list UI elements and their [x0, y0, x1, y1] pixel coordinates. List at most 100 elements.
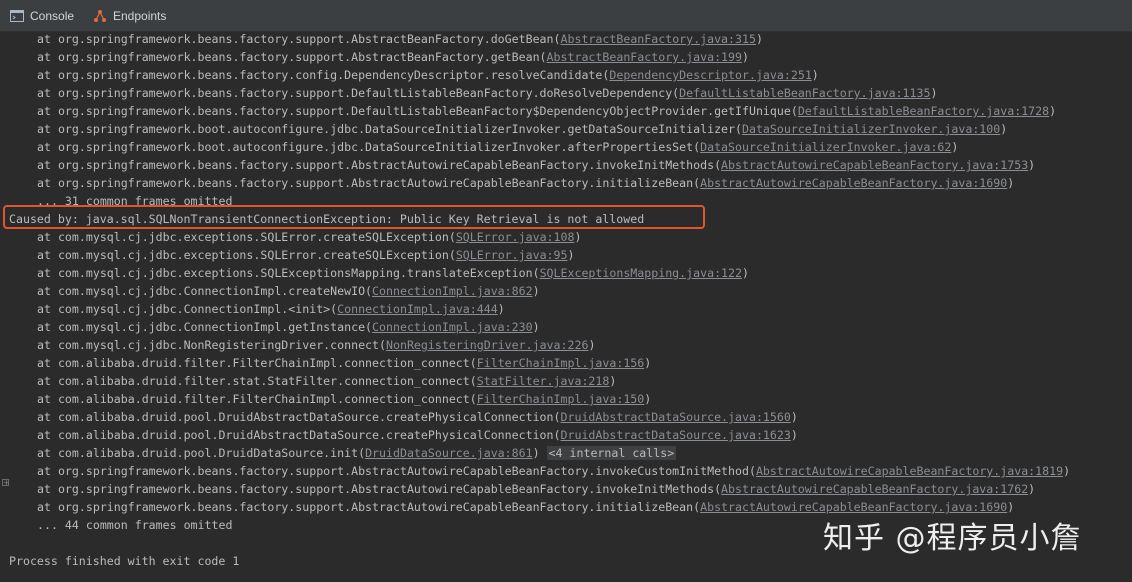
source-link[interactable]: SQLError.java:108 [456, 230, 575, 244]
tab-endpoints[interactable]: Endpoints [93, 0, 166, 31]
stack-trace-line: at com.mysql.cj.jdbc.exceptions.SQLExcep… [37, 264, 749, 282]
console-output[interactable]: at org.springframework.beans.factory.sup… [0, 29, 1132, 582]
tab-console[interactable]: Console [10, 0, 74, 31]
endpoints-icon [93, 9, 107, 23]
source-link[interactable]: DruidAbstractDataSource.java:1560 [561, 410, 791, 424]
stack-trace-line: at com.mysql.cj.jdbc.ConnectionImpl.getI… [37, 318, 540, 336]
stack-trace-line: at org.springframework.beans.factory.sup… [37, 480, 1035, 498]
source-link[interactable]: DataSourceInitializerInvoker.java:62 [700, 140, 951, 154]
source-link[interactable]: ConnectionImpl.java:230 [372, 320, 533, 334]
stack-trace-line: at org.springframework.beans.factory.sup… [37, 174, 1014, 192]
line-text: at com.mysql.cj.jdbc.ConnectionImpl.getI… [37, 320, 373, 334]
stack-trace-line: ... 44 common frames omitted [37, 516, 232, 534]
line-suffix: ) [532, 446, 547, 460]
source-link[interactable]: FilterChainImpl.java:150 [477, 392, 645, 406]
source-link[interactable]: AbstractBeanFactory.java:199 [547, 50, 742, 64]
tab-endpoints-label: Endpoints [113, 8, 167, 23]
line-suffix: ) [532, 284, 540, 298]
stack-trace-line: at com.alibaba.druid.pool.DruidAbstractD… [37, 408, 798, 426]
console-icon [10, 9, 24, 23]
line-text: at com.mysql.cj.jdbc.NonRegisteringDrive… [37, 338, 387, 352]
stack-trace-line: at com.mysql.cj.jdbc.ConnectionImpl.<ini… [37, 300, 505, 318]
watermark: 知乎 @程序员小詹 [823, 521, 1082, 556]
stack-trace-line: at com.alibaba.druid.filter.FilterChainI… [37, 390, 651, 408]
line-suffix: ) [811, 68, 819, 82]
line-suffix: ) [755, 32, 763, 46]
line-text: at com.alibaba.druid.pool.DruidAbstractD… [37, 410, 561, 424]
line-text: at com.alibaba.druid.filter.FilterChainI… [37, 392, 477, 406]
source-link[interactable]: FilterChainImpl.java:156 [477, 356, 645, 370]
source-link[interactable]: AbstractBeanFactory.java:315 [561, 32, 756, 46]
line-suffix: ) [609, 374, 617, 388]
line-text: at org.springframework.beans.factory.sup… [37, 158, 722, 172]
source-link[interactable]: DataSourceInitializerInvoker.java:100 [742, 122, 1000, 136]
caused-by-line: Caused by: java.sql.SQLNonTransientConne… [9, 210, 644, 228]
line-suffix: ) [742, 50, 749, 64]
line-suffix: ) [532, 320, 540, 334]
process-exit-line: Process finished with exit code 1 [9, 552, 239, 570]
line-text: at org.springframework.beans.factory.sup… [37, 482, 722, 496]
line-text: at com.alibaba.druid.pool.DruidDataSourc… [37, 446, 366, 460]
line-text: at com.mysql.cj.jdbc.ConnectionImpl.<ini… [37, 302, 338, 316]
line-suffix: ) [1007, 176, 1015, 190]
stack-trace-line: at org.springframework.beans.factory.sup… [37, 462, 1070, 480]
line-suffix: ) [497, 302, 505, 316]
stack-trace-line: at com.mysql.cj.jdbc.exceptions.SQLError… [37, 228, 581, 246]
stack-trace-line: at com.alibaba.druid.pool.DruidAbstractD… [37, 426, 798, 444]
line-suffix: ) [1063, 464, 1071, 478]
stack-trace-line: at org.springframework.beans.factory.sup… [37, 156, 1035, 174]
source-link[interactable]: DependencyDescriptor.java:251 [609, 68, 811, 82]
line-suffix: ) [1049, 104, 1057, 118]
line-suffix: ) [574, 230, 582, 244]
source-link[interactable]: AbstractAutowireCapableBeanFactory.java:… [700, 500, 1007, 514]
stack-trace-line: ... 31 common frames omitted [37, 192, 232, 210]
line-suffix: ) [790, 410, 798, 424]
line-suffix: ) [951, 140, 959, 154]
stack-trace-line: at com.alibaba.druid.pool.DruidDataSourc… [37, 444, 677, 462]
line-text: Process finished with exit code 1 [9, 554, 240, 568]
line-text: at org.springframework.beans.factory.sup… [37, 104, 798, 118]
stack-trace-line: at org.springframework.boot.autoconfigur… [37, 138, 958, 156]
line-text: at org.springframework.beans.factory.sup… [37, 176, 701, 190]
source-link[interactable]: NonRegisteringDriver.java:226 [386, 338, 588, 352]
source-link[interactable]: StatFilter.java:218 [477, 374, 610, 388]
stack-trace-line: at com.mysql.cj.jdbc.NonRegisteringDrive… [37, 336, 595, 354]
line-suffix: ) [930, 86, 938, 100]
source-link[interactable]: DefaultListableBeanFactory.java:1135 [679, 86, 930, 100]
source-link[interactable]: AbstractAutowireCapableBeanFactory.java:… [700, 176, 1007, 190]
source-link[interactable]: SQLError.java:95 [456, 248, 568, 262]
source-link[interactable]: DruidAbstractDataSource.java:1623 [561, 428, 791, 442]
stack-trace-line: at org.springframework.beans.factory.sup… [37, 30, 763, 48]
stack-trace-line: at com.mysql.cj.jdbc.ConnectionImpl.crea… [37, 282, 540, 300]
source-link[interactable]: DruidDataSource.java:861 [365, 446, 533, 460]
line-text: at org.springframework.boot.autoconfigur… [37, 140, 701, 154]
source-link[interactable]: ConnectionImpl.java:862 [372, 284, 533, 298]
internal-calls-fold[interactable]: <4 internal calls> [546, 446, 677, 460]
console-window: Console Endpoints + at org.springframewo… [0, 0, 1132, 582]
stack-trace-line: at org.springframework.boot.autoconfigur… [37, 120, 1007, 138]
source-link[interactable]: AbstractAutowireCapableBeanFactory.java:… [721, 158, 1028, 172]
stack-trace-line: at com.alibaba.druid.filter.stat.StatFil… [37, 372, 616, 390]
stack-trace-line: at com.mysql.cj.jdbc.exceptions.SQLError… [37, 246, 574, 264]
source-link[interactable]: AbstractAutowireCapableBeanFactory.java:… [756, 464, 1063, 478]
line-text: at org.springframework.beans.factory.sup… [37, 50, 547, 64]
line-text: at org.springframework.boot.autoconfigur… [37, 122, 742, 136]
source-link[interactable]: ConnectionImpl.java:444 [337, 302, 498, 316]
line-text: at org.springframework.beans.factory.con… [37, 68, 610, 82]
stack-trace-line: at org.springframework.beans.factory.sup… [37, 84, 937, 102]
line-text: at com.mysql.cj.jdbc.exceptions.SQLError… [37, 230, 456, 244]
line-suffix: ) [1000, 122, 1008, 136]
source-link[interactable]: AbstractAutowireCapableBeanFactory.java:… [721, 482, 1028, 496]
line-suffix: ) [1028, 158, 1036, 172]
line-suffix: ) [644, 356, 652, 370]
source-link[interactable]: DefaultListableBeanFactory.java:1728 [798, 104, 1049, 118]
line-text: at com.alibaba.druid.filter.FilterChainI… [37, 356, 477, 370]
stack-trace-line: at org.springframework.beans.factory.sup… [37, 48, 749, 66]
line-text: at com.mysql.cj.jdbc.exceptions.SQLError… [37, 248, 456, 262]
line-suffix: ) [1028, 482, 1036, 496]
source-link[interactable]: SQLExceptionsMapping.java:122 [540, 266, 742, 280]
line-text: at org.springframework.beans.factory.sup… [37, 32, 561, 46]
line-text: ... 31 common frames omitted [37, 194, 233, 208]
tool-window-tab-bar: Console Endpoints [0, 0, 1132, 32]
line-suffix: ) [567, 248, 575, 262]
